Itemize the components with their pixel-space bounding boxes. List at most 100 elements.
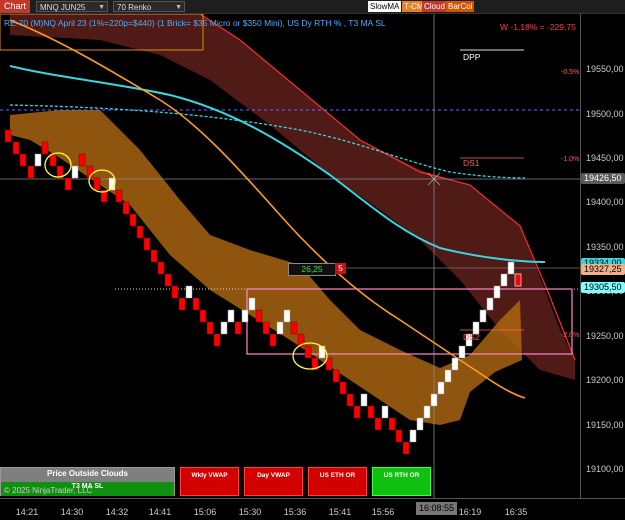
bull-brick [71,165,79,179]
bull-brick [227,309,235,323]
bull-brick [409,429,417,443]
bear-brick [255,309,263,323]
bear-brick [129,213,137,227]
chevron-down-icon: ▼ [175,4,182,11]
time-axis-label: 15:36 [283,507,307,517]
bear-brick [64,177,72,191]
bull-brick [276,321,284,335]
price-axis-label: 19450,00 [586,153,624,163]
bear-brick [332,369,340,383]
bull-brick [451,357,459,371]
bear-brick [143,237,151,251]
pct-label: -2.0% [561,332,580,339]
bear-brick [4,129,12,143]
bear-brick [93,177,101,191]
bear-brick [178,297,186,311]
slowma-button[interactable]: SlowMA [368,1,402,12]
ds2-label: DS2 [463,332,480,342]
us-eth-or-button[interactable]: US ETH OR [308,467,367,496]
bear-brick [262,321,270,335]
cloud-button[interactable]: Cloud [422,1,447,12]
pct-label: -1.0% [561,156,580,163]
measure-value-box: 26,25 [288,263,336,276]
bull-brick [360,393,368,407]
bull-brick [479,309,487,323]
dpp-label: DPP [463,52,481,62]
crosshair-time-tag: 16:08:55 [416,502,458,515]
bear-brick [19,153,27,167]
us-rth-or-button[interactable]: US RTH OR [372,467,431,496]
bull-brick [507,261,515,275]
instrument-selector[interactable]: MNQ JUN25 ▼ [36,1,108,12]
price-axis-label: 19500,00 [586,109,624,119]
bull-brick [381,405,389,419]
price-axis-label: 19150,00 [586,420,624,430]
price-axis-label: 19350,00 [586,242,624,252]
chart-title: RE-70 (M)NQ April 23 (1%=220p=$440) (1 B… [4,18,386,28]
price-tag-mid: 19327,25 [581,264,625,275]
bull-brick [423,405,431,419]
time-axis-label: 16:35 [504,507,528,517]
bear-brick [150,249,158,263]
bull-brick [283,309,291,323]
bull-brick [430,393,438,407]
period-selector[interactable]: 70 Renko ▼ [113,1,185,12]
price-axis-label: 19250,00 [586,331,624,341]
time-axis[interactable] [0,498,625,520]
time-axis-label: 14:32 [105,507,129,517]
bear-brick [514,273,522,287]
bull-brick [241,309,249,323]
bear-brick [78,153,86,167]
bear-brick [41,141,49,155]
price-axis-label: 19100,00 [586,464,624,474]
bull-brick [500,273,508,287]
time-axis-label: 15:56 [371,507,395,517]
bear-brick [353,405,361,419]
bear-brick [157,261,165,275]
bear-brick [27,165,35,179]
bear-brick [213,333,221,347]
bear-brick [199,309,207,323]
bear-brick [339,381,347,395]
bull-brick [248,297,256,311]
pnl-label: W -1,18% = -229,75 [500,22,576,32]
measure-count-box: 5 [335,263,346,274]
time-axis-label: 14:30 [60,507,84,517]
time-axis-label: 15:41 [328,507,352,517]
bear-brick [206,321,214,335]
bear-brick [192,297,200,311]
wkly-vwap-button[interactable]: Wkly VWAP [180,467,239,496]
bull-brick [437,381,445,395]
crosshair-price-tag: 19426,50 [581,173,625,184]
bull-brick [444,369,452,383]
bull-brick [493,285,501,299]
chart-toolbar: Chart MNQ JUN25 ▼ 70 Renko ▼ SlowMA T-CM… [0,0,625,14]
chart-tab[interactable]: Chart [0,0,31,13]
price-axis-label: 19400,00 [586,197,624,207]
bear-brick [304,345,312,359]
bear-brick [290,321,298,335]
bear-brick [374,417,382,431]
bull-brick [486,297,494,311]
price-axis-label: 19200,00 [586,375,624,385]
bull-brick [220,321,228,335]
price-chart[interactable] [0,14,580,498]
ds1-label: DS1 [463,158,480,168]
barcol-button[interactable]: BarCol [446,1,475,12]
bear-brick [164,273,172,287]
bull-brick [34,153,42,167]
bear-brick [115,189,123,203]
price-axis-label: 19550,00 [586,64,624,74]
time-axis-label: 15:30 [238,507,262,517]
bear-brick [388,417,396,431]
bear-brick [49,153,57,167]
chevron-down-icon: ▼ [98,4,105,11]
bear-brick [402,441,410,455]
copyright-text: © 2025 NinjaTrader, LLC [4,486,93,495]
bear-brick [395,429,403,443]
instrument-label: MNQ JUN25 [40,3,86,12]
time-axis-label: 14:21 [15,507,39,517]
day-vwap-button[interactable]: Day VWAP [244,467,303,496]
bear-brick [12,141,20,155]
time-axis-label: 15:06 [193,507,217,517]
